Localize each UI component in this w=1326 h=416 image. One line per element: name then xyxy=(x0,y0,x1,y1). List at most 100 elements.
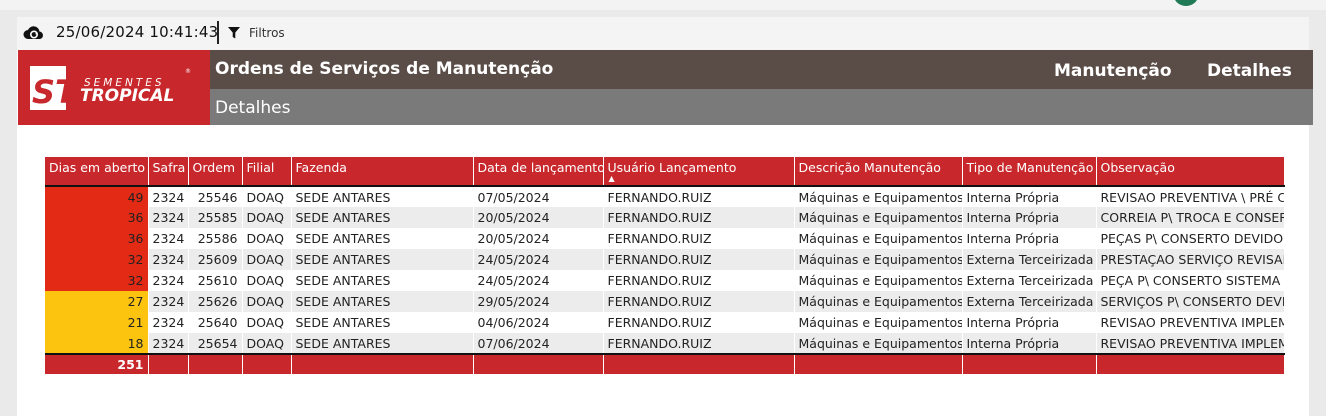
cell-tipo: Externa Terceirizada xyxy=(962,270,1097,291)
cell-dias: 36 xyxy=(45,207,149,228)
cell-safra: 2324 xyxy=(148,228,189,249)
table-row[interactable]: 32 2324 25610 DOAQ SEDE ANTARES 24/05/2024 FER… xyxy=(45,270,1285,291)
cell-safra: 2324 xyxy=(148,312,189,333)
table-row[interactable]: 18 2324 25654 DOAQ SEDE ANTARES 07/06/2024 FER… xyxy=(45,333,1285,354)
cell-descricao: Máquinas e Equipamentos xyxy=(794,185,963,207)
cell-data: 07/05/2024 xyxy=(473,185,604,207)
cell-safra: 2324 xyxy=(148,249,189,270)
cell-filial: DOAQ xyxy=(242,333,292,354)
cell-tipo: Externa Terceirizada xyxy=(962,291,1097,312)
cell-ordem: 25609 xyxy=(188,249,243,270)
cell-filial: DOAQ xyxy=(242,249,292,270)
cell-safra: 2324 xyxy=(148,333,189,354)
table-total-row: 251 xyxy=(45,353,1285,374)
cell-observacao: REVISAO PREVENTIVA IMPLEM xyxy=(1096,333,1285,354)
cell-usuario: FERNANDO.RUIZ xyxy=(603,185,795,207)
cell-descricao: Máquinas e Equipamentos xyxy=(794,270,963,291)
cell-data: 07/06/2024 xyxy=(473,333,604,354)
cell-observacao: REVISAO PREVENTIVA IMPLEM xyxy=(1096,312,1285,333)
report-toolbar: 25/06/2024 10:41:43 Filtros xyxy=(17,17,1309,50)
cell-usuario: FERNANDO.RUIZ xyxy=(603,207,795,228)
report-header: ST SEMENTES TROPICAL ® Ordens de Serviço… xyxy=(18,50,1313,125)
cell-fazenda: SEDE ANTARES xyxy=(291,312,474,333)
cell-tipo: Interna Própria xyxy=(962,228,1097,249)
toolbar-divider xyxy=(217,21,219,44)
maintenance-orders-table: Dias em aberto Safra Ordem Filial Fazend… xyxy=(45,157,1285,374)
cell-usuario: FERNANDO.RUIZ xyxy=(603,228,795,249)
cell-dias: 21 xyxy=(45,312,149,333)
cell-data: 24/05/2024 xyxy=(473,249,604,270)
cell-usuario: FERNANDO.RUIZ xyxy=(603,312,795,333)
filter-icon[interactable] xyxy=(227,26,241,40)
cell-ordem: 25654 xyxy=(188,333,243,354)
cell-tipo: Interna Própria xyxy=(962,207,1097,228)
col-header-dias[interactable]: Dias em aberto xyxy=(45,157,149,186)
col-header-usuario[interactable]: Usuário Lançamento ▲ xyxy=(603,157,795,186)
cell-usuario: FERNANDO.RUIZ xyxy=(603,333,795,354)
cell-dias: 18 xyxy=(45,333,149,354)
title-bar: Ordens de Serviços de Manutenção Manuten… xyxy=(210,50,1313,89)
col-header-fazenda[interactable]: Fazenda xyxy=(291,157,474,186)
col-header-descricao[interactable]: Descrição Manutenção xyxy=(794,157,963,186)
cell-data: 24/05/2024 xyxy=(473,270,604,291)
col-header-filial[interactable]: Filial xyxy=(242,157,292,186)
refresh-datetime: 25/06/2024 10:41:43 xyxy=(56,23,219,41)
cell-tipo: Interna Própria xyxy=(962,333,1097,354)
cell-safra: 2324 xyxy=(148,270,189,291)
cell-usuario: FERNANDO.RUIZ xyxy=(603,270,795,291)
col-header-safra[interactable]: Safra xyxy=(148,157,189,186)
col-header-ordem[interactable]: Ordem xyxy=(188,157,243,186)
top-strip xyxy=(0,0,1326,10)
col-header-observacao[interactable]: Observação xyxy=(1096,157,1285,186)
cell-dias: 49 xyxy=(45,185,149,207)
nav-detalhes[interactable]: Detalhes xyxy=(1207,61,1292,81)
table-row[interactable]: 27 2324 25626 DOAQ SEDE ANTARES 29/05/2024 FER… xyxy=(45,291,1285,312)
cell-ordem: 25586 xyxy=(188,228,243,249)
table-row[interactable]: 49 2324 25546 DOAQ SEDE ANTARES 07/05/2024 FER… xyxy=(45,185,1285,207)
cell-ordem: 25610 xyxy=(188,270,243,291)
cell-filial: DOAQ xyxy=(242,270,292,291)
page-subtitle: Detalhes xyxy=(215,98,291,118)
total-dias: 251 xyxy=(45,353,149,374)
col-header-data[interactable]: Data de lançamento xyxy=(473,157,604,186)
cell-fazenda: SEDE ANTARES xyxy=(291,185,474,207)
logo-mark: ST xyxy=(32,73,79,111)
subtitle-bar: Detalhes xyxy=(210,89,1313,125)
table-row[interactable]: 21 2324 25640 DOAQ SEDE ANTARES 04/06/2024 FER… xyxy=(45,312,1285,333)
cell-filial: DOAQ xyxy=(242,291,292,312)
nav-manutencao[interactable]: Manutenção xyxy=(1054,61,1172,81)
cell-data: 20/05/2024 xyxy=(473,207,604,228)
cell-dias: 32 xyxy=(45,249,149,270)
sort-ascending-icon: ▲ xyxy=(608,174,615,183)
cell-descricao: Máquinas e Equipamentos xyxy=(794,333,963,354)
cell-data: 29/05/2024 xyxy=(473,291,604,312)
table-row[interactable]: 36 2324 25586 DOAQ SEDE ANTARES 20/05/2024 FER… xyxy=(45,228,1285,249)
cell-safra: 2324 xyxy=(148,291,189,312)
cloud-refresh-icon[interactable] xyxy=(23,23,45,43)
table-row[interactable]: 36 2324 25585 DOAQ SEDE ANTARES 20/05/2024 FER… xyxy=(45,207,1285,228)
cell-observacao: PEÇAS P\ CONSERTO DEVIDO C xyxy=(1096,228,1285,249)
cell-descricao: Máquinas e Equipamentos xyxy=(794,249,963,270)
cell-observacao: SERVIÇOS P\ CONSERTO DEVID xyxy=(1096,291,1285,312)
cell-ordem: 25626 xyxy=(188,291,243,312)
table-row[interactable]: 32 2324 25609 DOAQ SEDE ANTARES 24/05/2024 FER… xyxy=(45,249,1285,270)
col-header-tipo[interactable]: Tipo de Manutenção xyxy=(962,157,1097,186)
cell-fazenda: SEDE ANTARES xyxy=(291,291,474,312)
svg-text:®: ® xyxy=(185,68,191,75)
cell-safra: 2324 xyxy=(148,185,189,207)
cell-tipo: Interna Própria xyxy=(962,312,1097,333)
table-header-row: Dias em aberto Safra Ordem Filial Fazend… xyxy=(45,157,1285,186)
cell-tipo: Interna Própria xyxy=(962,185,1097,207)
cell-filial: DOAQ xyxy=(242,207,292,228)
cell-descricao: Máquinas e Equipamentos xyxy=(794,291,963,312)
cell-ordem: 25546 xyxy=(188,185,243,207)
cell-observacao: REVISAO PREVENTIVA \ PRÉ CO xyxy=(1096,185,1285,207)
cell-data: 04/06/2024 xyxy=(473,312,604,333)
filters-button[interactable]: Filtros xyxy=(249,26,285,40)
logo-graphic: ST SEMENTES TROPICAL ® xyxy=(30,66,191,111)
cell-observacao: CORREIA P\ TROCA E CONSERT xyxy=(1096,207,1285,228)
cell-descricao: Máquinas e Equipamentos xyxy=(794,228,963,249)
cell-fazenda: SEDE ANTARES xyxy=(291,228,474,249)
cell-descricao: Máquinas e Equipamentos xyxy=(794,312,963,333)
cell-safra: 2324 xyxy=(148,207,189,228)
